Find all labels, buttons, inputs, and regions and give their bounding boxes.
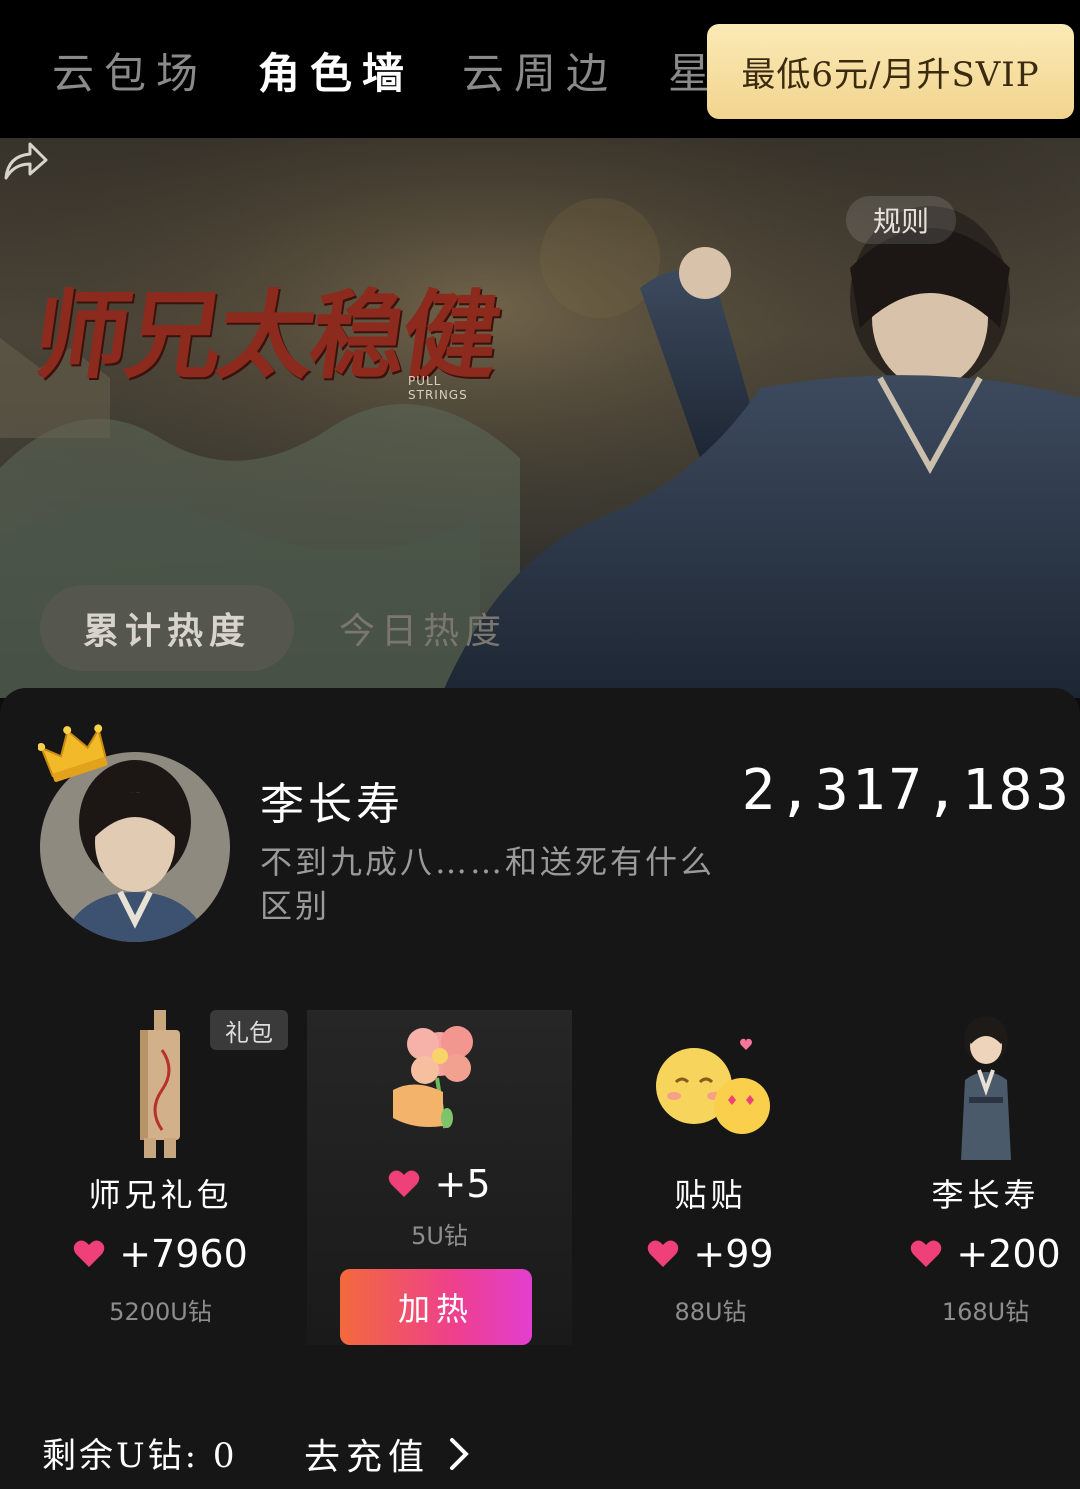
tab-today-heat[interactable]: 今日热度 — [318, 585, 528, 671]
gift-points-value: +99 — [693, 1232, 774, 1276]
recharge-label: 去充值 — [304, 1437, 431, 1478]
character-quote: 不到九成八……和送死有什么区别 — [260, 843, 716, 925]
character-name: 李长寿 — [260, 779, 404, 830]
gift-name: 师兄礼包 — [88, 1176, 233, 1214]
gift-pack-tag: 礼包 — [210, 1010, 288, 1050]
tab-cumulative-heat[interactable]: 累计热度 — [40, 585, 294, 671]
top-tab-bar: 云包场 角色墙 云周边 星 最低6元/月升SVIP — [0, 0, 1080, 138]
recharge-link[interactable]: 去充值 — [304, 1428, 474, 1480]
tab-cloud-merch[interactable]: 云周边 — [462, 40, 618, 101]
gift-points: +99 — [578, 1232, 843, 1276]
gift-item-figure[interactable]: 李长寿 +200 168U钻 — [853, 1010, 1080, 1345]
u-diamond-balance: 剩余U钻: 0 — [42, 1436, 238, 1476]
tab-cloud-booking[interactable]: 云包场 — [52, 40, 208, 101]
heart-icon — [73, 1240, 105, 1267]
gift-points: +7960 — [28, 1232, 293, 1276]
chevron-right-icon — [450, 1438, 469, 1470]
svip-upgrade-button[interactable]: 最低6元/月升SVIP — [707, 24, 1074, 119]
character-figure-icon — [960, 1016, 1011, 1160]
gift-name: 贴贴 — [674, 1176, 747, 1214]
flower-bouquet-icon — [392, 1026, 473, 1129]
gift-cost: 5U钻 — [411, 1222, 468, 1250]
heart-icon — [648, 1240, 679, 1267]
gift-cost: 88U钻 — [674, 1298, 747, 1326]
gift-cost: 5200U钻 — [109, 1298, 212, 1326]
gift-points: +200 — [853, 1232, 1080, 1276]
gift-item-cuddle[interactable]: 贴贴 +99 88U钻 — [578, 1010, 843, 1345]
gift-points-value: +5 — [434, 1162, 491, 1206]
gift-points-value: +200 — [956, 1232, 1061, 1276]
heart-icon — [389, 1170, 420, 1197]
gift-pack-icon — [139, 1010, 180, 1158]
gift-points: +5 — [307, 1162, 572, 1206]
tab-character-wall[interactable]: 角色墙 — [258, 40, 414, 101]
crown-icon — [38, 724, 108, 782]
heat-total: 2,317,183 — [741, 758, 1072, 823]
share-icon[interactable] — [0, 138, 50, 182]
heart-icon — [911, 1240, 942, 1267]
boost-button[interactable]: 加热 — [340, 1269, 532, 1345]
gift-cost: 168U钻 — [941, 1298, 1030, 1326]
gift-item-senior-pack[interactable]: 礼包 师兄礼包 +7960 5200U钻 — [28, 1010, 293, 1345]
gift-name: 李长寿 — [931, 1176, 1040, 1214]
drama-banner: 师兄太稳健 PULL STRINGS 规则 累计热度 今日热度 — [0, 138, 1080, 698]
cuddle-emoji-icon — [655, 1038, 770, 1134]
gift-points-value: +7960 — [119, 1232, 248, 1276]
rules-button[interactable]: 规则 — [846, 196, 956, 244]
drama-subtitle-art: PULL STRINGS — [408, 374, 468, 402]
